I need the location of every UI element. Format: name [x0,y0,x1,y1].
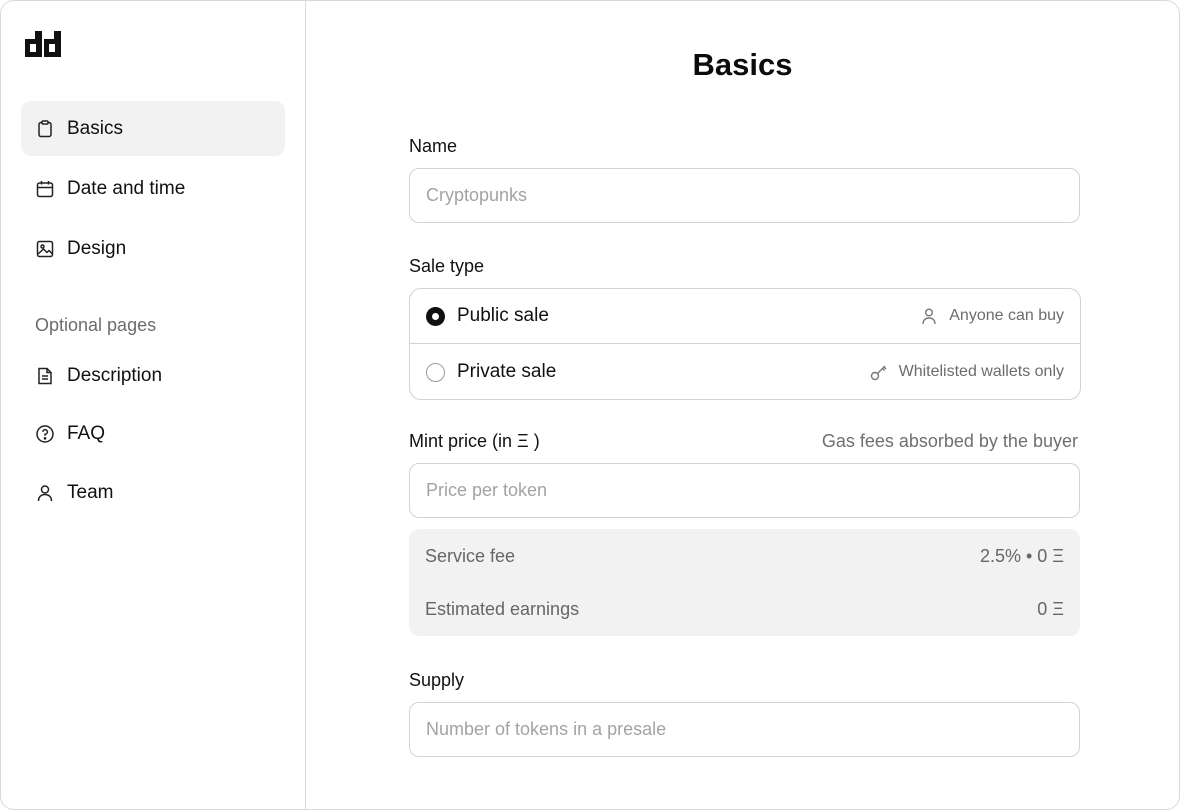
image-icon [35,239,55,259]
radio-selected[interactable] [426,306,445,326]
name-label: Name [409,136,458,156]
document-icon [35,366,55,386]
supply-input[interactable] [409,702,1080,757]
app-window: Basics Date and time Design Optional pag… [0,0,1180,810]
service-fee-row: Service fee 2.5% • 0 Ξ [425,546,1064,567]
sidebar-item-team[interactable]: Team [21,465,285,520]
sidebar-item-label: Description [67,364,163,386]
private-sale-option[interactable]: Private sale Whitelisted wallets only [410,344,1080,399]
sidebar-item-label: Design [67,237,127,259]
mint-price-label: Mint price (in Ξ ) [409,431,540,451]
estimated-earnings-label: Estimated earnings [425,599,580,619]
public-sale-hint-text: Anyone can buy [949,307,1064,324]
main-content: Basics Name Sale type Public sale Anyone… [306,1,1179,809]
fee-summary: Service fee 2.5% • 0 Ξ Estimated earning… [409,529,1080,636]
service-fee-value: 2.5% • 0 Ξ [979,546,1064,566]
sidebar-item-label: Date and time [67,177,186,199]
dd-logo-icon[interactable] [25,31,63,57]
public-sale-label: Public sale [457,305,549,326]
public-sale-option[interactable]: Public sale Anyone can buy [410,289,1080,344]
gas-fees-hint: Gas fees absorbed by the buyer [821,431,1078,451]
key-icon [869,362,899,382]
private-sale-hint: Whitelisted wallets only [869,362,1064,382]
name-input[interactable] [409,168,1080,223]
question-circle-icon [35,424,55,444]
clipboard-icon [35,119,55,139]
supply-label: Supply [409,670,465,690]
sidebar-item-label: Team [67,481,114,503]
page-title: Basics [692,47,793,82]
sidebar-item-label: FAQ [67,422,106,444]
sidebar-item-date-and-time[interactable]: Date and time [21,161,285,216]
service-fee-label: Service fee [425,546,516,566]
sidebar-item-faq[interactable]: FAQ [21,406,285,461]
user-icon [35,483,55,503]
sidebar-item-design[interactable]: Design [21,221,285,276]
optional-pages-heading: Optional pages [35,315,157,335]
sidebar-item-description[interactable]: Description [21,348,285,403]
mint-price-input[interactable] [409,463,1080,518]
sale-type-label: Sale type [409,256,485,276]
user-icon [919,306,949,326]
estimated-earnings-row: Estimated earnings 0 Ξ [425,599,1064,620]
sale-type-radio-group: Public sale Anyone can buy Private sale … [409,288,1081,400]
radio-unselected[interactable] [426,362,445,382]
private-sale-label: Private sale [457,361,557,382]
public-sale-hint: Anyone can buy [919,306,1064,326]
estimated-earnings-value: 0 Ξ [1037,599,1064,619]
sidebar-item-label: Basics [67,117,123,139]
sidebar-item-basics[interactable]: Basics [21,101,285,156]
private-sale-hint-text: Whitelisted wallets only [898,363,1064,380]
calendar-icon [35,179,55,199]
sidebar: Basics Date and time Design Optional pag… [1,1,306,809]
